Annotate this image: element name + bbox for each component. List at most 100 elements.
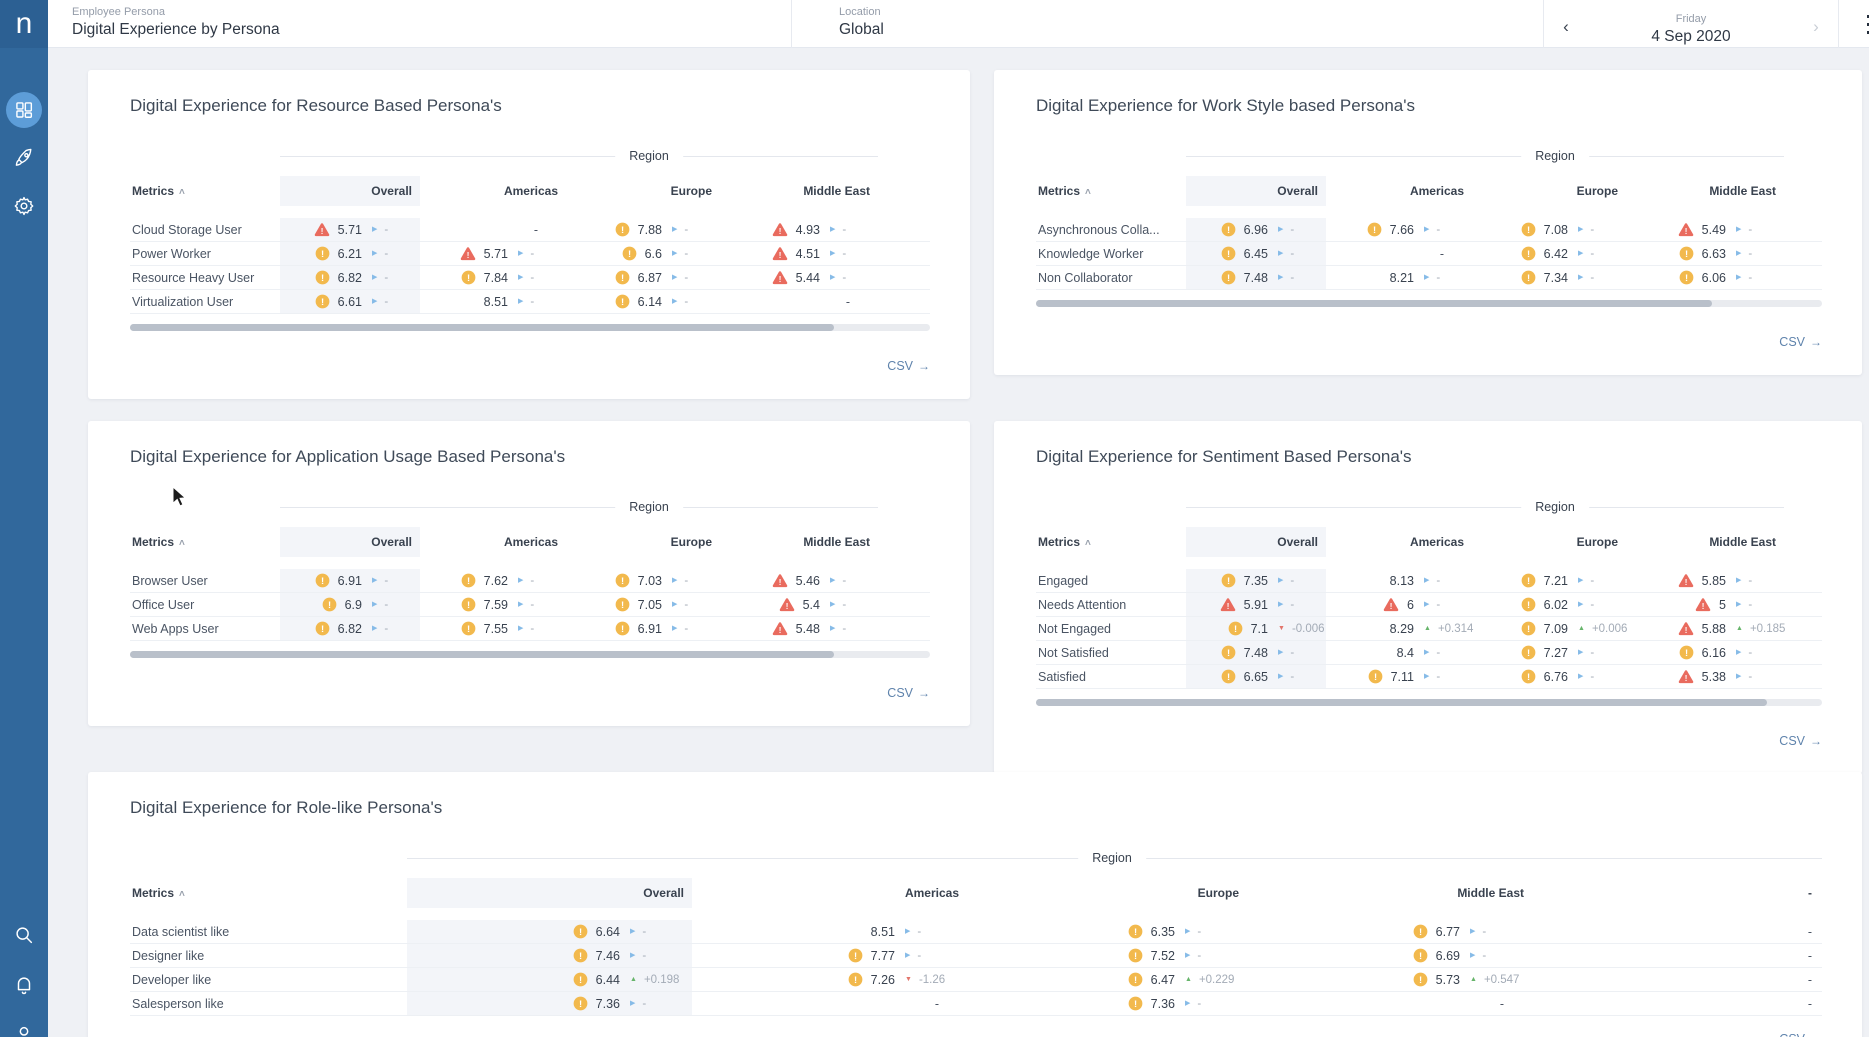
score-cell[interactable]: !6▶-	[1326, 593, 1472, 616]
sidebar-item-user[interactable]	[6, 1017, 42, 1037]
sidebar-item-launch[interactable]	[6, 140, 42, 176]
score-cell[interactable]: !7.52▶-	[967, 944, 1247, 967]
score-cell[interactable]: !6.77▶-	[1247, 920, 1532, 943]
score-cell[interactable]: !5.49▶-	[1626, 218, 1784, 241]
score-cell[interactable]: !7.77▶-	[692, 944, 967, 967]
score-cell[interactable]: !6.44▲+0.198	[407, 968, 692, 991]
score-cell[interactable]: !7.09▲+0.006	[1472, 617, 1626, 640]
scrollbar-thumb[interactable]	[1036, 699, 1767, 706]
score-cell[interactable]: !5.73▲+0.547	[1247, 968, 1532, 991]
score-cell[interactable]: !6.14▶-	[566, 290, 720, 313]
score-cell[interactable]: 8.4▶-	[1326, 641, 1472, 664]
score-cell[interactable]: !6.06▶-	[1626, 266, 1784, 289]
score-cell[interactable]: !5.91▶-	[1186, 593, 1326, 616]
score-cell[interactable]: !6.69▶-	[1247, 944, 1532, 967]
sidebar-item-search[interactable]	[6, 917, 42, 953]
score-cell[interactable]: !7.35▶-	[1186, 569, 1326, 592]
metrics-sort-header[interactable]: Metrics˄	[130, 176, 280, 206]
score-cell[interactable]: !7.46▶-	[407, 944, 692, 967]
score-cell[interactable]: !7.36▶-	[967, 992, 1247, 1015]
score-cell[interactable]: !6.87▶-	[566, 266, 720, 289]
score-cell[interactable]: !6.42▶-	[1472, 242, 1626, 265]
score-cell[interactable]: !7.62▶-	[420, 569, 566, 592]
prev-day-button[interactable]: ‹	[1544, 17, 1588, 37]
score-cell[interactable]: !5.46▶-	[720, 569, 878, 592]
score-cell[interactable]: !5.71▶-	[420, 242, 566, 265]
score-cell[interactable]: -	[1532, 920, 1822, 943]
app-logo[interactable]: n	[0, 0, 48, 48]
score-cell[interactable]: !6.82▶-	[280, 266, 420, 289]
score-cell[interactable]: !7.48▶-	[1186, 641, 1326, 664]
score-cell[interactable]: !6.76▶-	[1472, 665, 1626, 688]
score-cell[interactable]: !5.88▲+0.185	[1626, 617, 1784, 640]
document-selector[interactable]: Employee Persona Digital Experience by P…	[48, 0, 791, 48]
scrollbar-thumb[interactable]	[1036, 300, 1712, 307]
score-cell[interactable]: 8.29▲+0.314	[1326, 617, 1472, 640]
score-cell[interactable]: -	[1326, 242, 1472, 265]
score-cell[interactable]: !7.11▶-	[1326, 665, 1472, 688]
score-cell[interactable]: 8.21▶-	[1326, 266, 1472, 289]
score-cell[interactable]: !7.34▶-	[1472, 266, 1626, 289]
score-cell[interactable]: -	[720, 290, 878, 313]
metrics-sort-header[interactable]: Metrics˄	[130, 878, 407, 908]
score-cell[interactable]: !5.4▶-	[720, 593, 878, 616]
metrics-sort-header[interactable]: Metrics˄	[130, 527, 280, 557]
score-cell[interactable]: !7.84▶-	[420, 266, 566, 289]
score-cell[interactable]: !7.55▶-	[420, 617, 566, 640]
score-cell[interactable]: !6.65▶-	[1186, 665, 1326, 688]
score-cell[interactable]: !5.85▶-	[1626, 569, 1784, 592]
horizontal-scrollbar[interactable]	[130, 651, 930, 658]
score-cell[interactable]: !7.36▶-	[407, 992, 692, 1015]
score-cell[interactable]: !6.64▶-	[407, 920, 692, 943]
score-cell[interactable]: !6.21▶-	[280, 242, 420, 265]
score-cell[interactable]: -	[1247, 992, 1532, 1015]
next-day-button[interactable]: ›	[1794, 17, 1838, 37]
score-cell[interactable]: !7.08▶-	[1472, 218, 1626, 241]
sidebar-item-settings[interactable]	[6, 188, 42, 224]
score-cell[interactable]: !7.27▶-	[1472, 641, 1626, 664]
score-cell[interactable]: 8.51▶-	[692, 920, 967, 943]
score-cell[interactable]: !6.9▶-	[280, 593, 420, 616]
score-cell[interactable]: !5.38▶-	[1626, 665, 1784, 688]
score-cell[interactable]: !7.48▶-	[1186, 266, 1326, 289]
horizontal-scrollbar[interactable]	[1036, 699, 1822, 706]
score-cell[interactable]: !6.96▶-	[1186, 218, 1326, 241]
score-cell[interactable]: !5.71▶-	[280, 218, 420, 241]
score-cell[interactable]: !7.1▼-0.006	[1186, 617, 1326, 640]
score-cell[interactable]: !7.59▶-	[420, 593, 566, 616]
sidebar-item-dashboards[interactable]	[6, 92, 42, 128]
score-cell[interactable]: !6.63▶-	[1626, 242, 1784, 265]
csv-export-link[interactable]: CSV→	[1779, 1032, 1822, 1037]
score-cell[interactable]: !6.47▲+0.229	[967, 968, 1247, 991]
score-cell[interactable]: !6.02▶-	[1472, 593, 1626, 616]
score-cell[interactable]: !7.21▶-	[1472, 569, 1626, 592]
score-cell[interactable]: !6.91▶-	[280, 569, 420, 592]
score-cell[interactable]: -	[692, 992, 967, 1015]
csv-export-link[interactable]: CSV→	[887, 359, 930, 373]
scrollbar-thumb[interactable]	[130, 324, 834, 331]
score-cell[interactable]: !6.45▶-	[1186, 242, 1326, 265]
csv-export-link[interactable]: CSV→	[1779, 335, 1822, 349]
score-cell[interactable]: !7.66▶-	[1326, 218, 1472, 241]
metrics-sort-header[interactable]: Metrics˄	[1036, 176, 1186, 206]
score-cell[interactable]: !5▶-	[1626, 593, 1784, 616]
metrics-sort-header[interactable]: Metrics˄	[1036, 527, 1186, 557]
csv-export-link[interactable]: CSV→	[887, 686, 930, 700]
score-cell[interactable]: !5.48▶-	[720, 617, 878, 640]
score-cell[interactable]: !7.88▶-	[566, 218, 720, 241]
score-cell[interactable]: -	[1532, 944, 1822, 967]
scrollbar-thumb[interactable]	[130, 651, 834, 658]
score-cell[interactable]: !6.35▶-	[967, 920, 1247, 943]
score-cell[interactable]: -	[420, 218, 566, 241]
score-cell[interactable]: !5.44▶-	[720, 266, 878, 289]
score-cell[interactable]: 8.51▶-	[420, 290, 566, 313]
location-selector[interactable]: Location Global	[791, 0, 1543, 48]
sidebar-item-notifications[interactable]	[6, 967, 42, 1003]
horizontal-scrollbar[interactable]	[1036, 300, 1822, 307]
horizontal-scrollbar[interactable]	[130, 324, 930, 331]
score-cell[interactable]: !7.03▶-	[566, 569, 720, 592]
score-cell[interactable]: !6.82▶-	[280, 617, 420, 640]
score-cell[interactable]: !6.16▶-	[1626, 641, 1784, 664]
score-cell[interactable]: !7.05▶-	[566, 593, 720, 616]
score-cell[interactable]: !4.51▶-	[720, 242, 878, 265]
